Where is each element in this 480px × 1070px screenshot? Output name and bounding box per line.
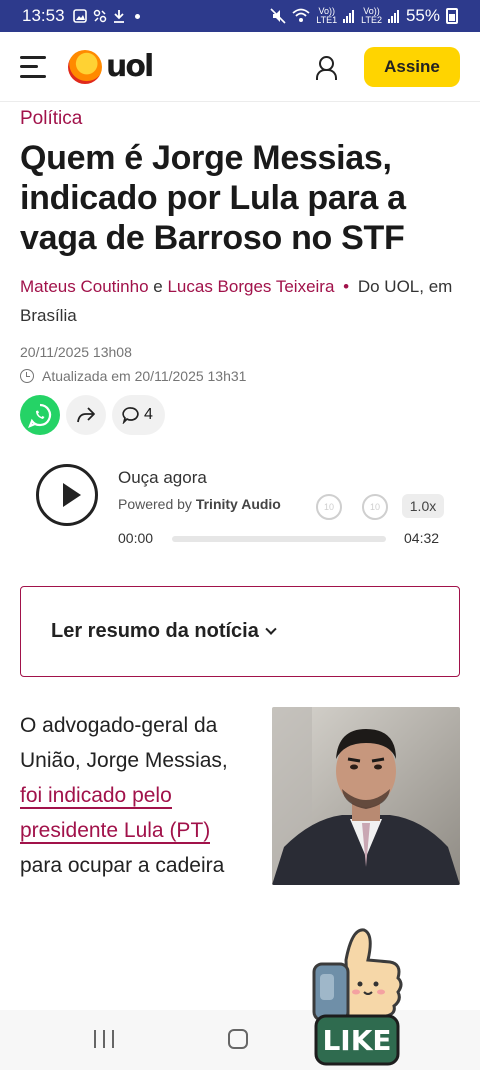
author-link-2[interactable]: Lucas Borges Teixeira bbox=[167, 277, 334, 296]
body-inline-link[interactable]: foi indicado pelo presidente Lula (PT) bbox=[20, 784, 211, 844]
updated-date-row: Atualizada em 20/11/2025 13h31 bbox=[20, 368, 460, 384]
sim2-label: LTE2 bbox=[361, 15, 382, 25]
status-left: 13:53 bbox=[22, 6, 140, 26]
share-button[interactable] bbox=[66, 395, 106, 435]
current-time: 00:00 bbox=[118, 530, 154, 546]
like-sticker: LIKE bbox=[306, 922, 410, 1068]
download-icon bbox=[113, 10, 124, 23]
site-header: uol Assine bbox=[0, 32, 480, 102]
powered-by: Powered by Trinity Audio bbox=[118, 496, 281, 512]
mute-icon bbox=[270, 8, 286, 24]
progress-bar[interactable] bbox=[172, 536, 386, 542]
article-body: O advogado-geral da União, Jorge Messias… bbox=[20, 708, 252, 883]
user-account-icon[interactable] bbox=[314, 54, 337, 80]
play-button[interactable] bbox=[36, 464, 98, 526]
signal-icon bbox=[343, 10, 355, 23]
section-link[interactable]: Política bbox=[20, 108, 460, 130]
uol-logo[interactable]: uol bbox=[68, 49, 154, 84]
comments-button[interactable]: 4 bbox=[112, 395, 165, 435]
article-photo[interactable] bbox=[272, 707, 460, 885]
battery-icon bbox=[446, 8, 458, 24]
whatsapp-icon bbox=[28, 403, 52, 428]
audio-player: Ouça agora Powered by Trinity Audio 10 1… bbox=[20, 458, 460, 554]
byline-separator: • bbox=[343, 277, 350, 296]
forward-10-icon[interactable]: 10 bbox=[362, 494, 388, 520]
comment-icon bbox=[122, 407, 139, 424]
gallery-icon bbox=[72, 9, 87, 23]
forward-label: 10 bbox=[369, 502, 380, 512]
summary-label: Ler resumo da notícia bbox=[51, 620, 259, 642]
share-bar: 4 bbox=[20, 395, 165, 435]
rewind-10-icon[interactable]: 10 bbox=[316, 494, 342, 520]
subscribe-button[interactable]: Assine bbox=[364, 46, 460, 87]
status-bar: 13:53 Vo)) LTE1 Vo)) LTE2 55% bbox=[0, 0, 480, 32]
hamburger-menu-icon[interactable] bbox=[20, 55, 46, 78]
playback-speed-button[interactable]: 1.0x bbox=[402, 494, 444, 518]
status-time: 13:53 bbox=[22, 6, 65, 25]
sim1-label: LTE1 bbox=[316, 15, 338, 25]
dot-indicator-icon bbox=[134, 13, 140, 19]
duration: 04:32 bbox=[404, 530, 440, 546]
status-right: Vo)) LTE1 Vo)) LTE2 55% bbox=[270, 6, 458, 26]
sim1-signal: Vo)) LTE1 bbox=[316, 7, 337, 25]
like-sticker-text: LIKE bbox=[322, 1023, 392, 1057]
logo-text: uol bbox=[106, 49, 154, 84]
article-headline: Quem é Jorge Messias, indicado por Lula … bbox=[20, 139, 406, 257]
body-text-after: para ocupar a cadeira bbox=[20, 854, 225, 877]
link-icon bbox=[93, 9, 106, 23]
notification-icons bbox=[72, 9, 140, 23]
rewind-label: 10 bbox=[323, 502, 334, 512]
battery-percent: 55% bbox=[405, 6, 440, 25]
byline-conjunction: e bbox=[153, 277, 163, 296]
byline: Mateus Coutinho e Lucas Borges Teixeira … bbox=[20, 272, 460, 330]
article-header: Política Quem é Jorge Messias, indicado … bbox=[20, 108, 460, 384]
home-icon[interactable] bbox=[228, 1029, 248, 1049]
signal-icon-2 bbox=[387, 10, 399, 23]
comment-count: 4 bbox=[144, 406, 153, 423]
listen-label: Ouça agora bbox=[118, 468, 207, 487]
share-arrow-icon bbox=[77, 407, 95, 423]
sim2-signal: Vo)) LTE2 bbox=[361, 7, 382, 25]
clock-icon bbox=[20, 369, 34, 383]
body-text-before: O advogado-geral da União, Jorge Messias… bbox=[20, 714, 228, 772]
updated-date: Atualizada em 20/11/2025 13h31 bbox=[42, 368, 247, 384]
summary-toggle-button[interactable]: Ler resumo da notícia bbox=[20, 586, 460, 677]
audio-provider[interactable]: Trinity Audio bbox=[196, 496, 281, 512]
recent-apps-icon[interactable] bbox=[94, 1030, 114, 1048]
powered-label: Powered by bbox=[118, 496, 192, 512]
whatsapp-share-button[interactable] bbox=[20, 395, 60, 435]
wifi-icon bbox=[292, 8, 310, 22]
person-photo bbox=[272, 707, 460, 885]
author-link-1[interactable]: Mateus Coutinho bbox=[20, 277, 149, 296]
chevron-down-icon bbox=[265, 623, 277, 635]
published-date: 20/11/2025 13h08 bbox=[20, 344, 132, 360]
logo-sun-icon bbox=[68, 49, 102, 84]
